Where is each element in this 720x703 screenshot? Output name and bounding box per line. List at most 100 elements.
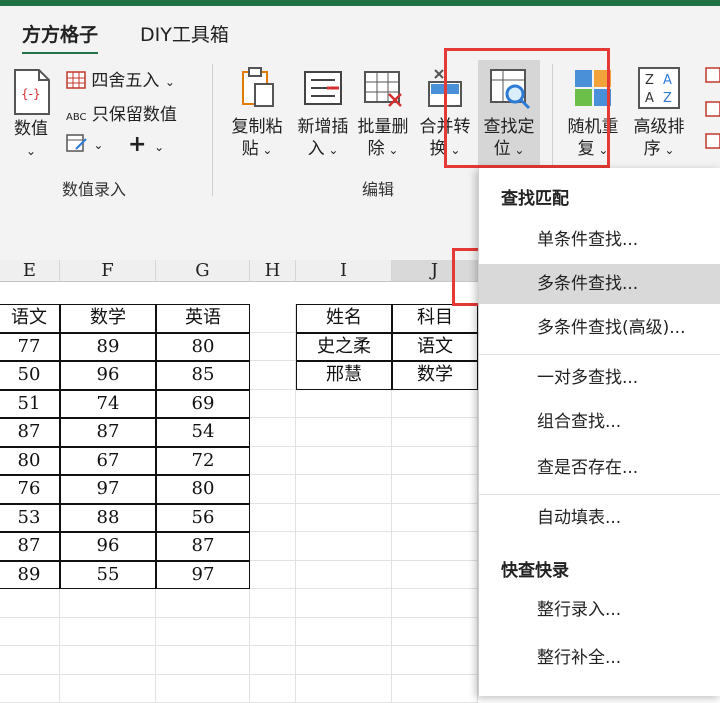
- empty-cell[interactable]: [156, 675, 250, 703]
- keep-value-button[interactable]: ABC 只保留数值: [66, 100, 177, 125]
- empty-cell[interactable]: [296, 418, 392, 447]
- empty-cell[interactable]: [296, 618, 392, 647]
- empty-cell[interactable]: [250, 618, 296, 647]
- table-cell[interactable]: 87: [0, 418, 60, 447]
- empty-cell[interactable]: [296, 475, 392, 504]
- empty-cell[interactable]: [0, 675, 60, 703]
- empty-cell[interactable]: [0, 646, 60, 675]
- empty-cell[interactable]: [60, 646, 156, 675]
- empty-cell[interactable]: [156, 589, 250, 618]
- find-locate-button[interactable]: 查找定 位 ⌄: [478, 60, 540, 174]
- empty-cell[interactable]: [392, 589, 478, 618]
- menu-item-row-complete[interactable]: 整行补全...: [479, 638, 720, 678]
- empty-cell[interactable]: [250, 418, 296, 447]
- empty-cell[interactable]: [392, 504, 478, 533]
- insert-button[interactable]: 新增插 入 ⌄: [294, 66, 352, 161]
- empty-cell[interactable]: [296, 447, 392, 476]
- empty-cell[interactable]: [250, 475, 296, 504]
- empty-cell[interactable]: [392, 561, 478, 590]
- column-header-g[interactable]: G: [156, 260, 250, 282]
- batch-delete-button[interactable]: 批量删 除 ⌄: [354, 66, 412, 161]
- lookup-cell[interactable]: 史之柔: [296, 333, 392, 362]
- menu-item-auto-fill[interactable]: 自动填表...: [479, 498, 720, 538]
- table-cell[interactable]: 67: [60, 447, 156, 476]
- menu-item-row-entry[interactable]: 整行录入...: [479, 590, 720, 630]
- table-cell[interactable]: 80: [156, 475, 250, 504]
- empty-cell[interactable]: [250, 561, 296, 590]
- round-button[interactable]: 四舍五入 ⌄: [66, 66, 175, 91]
- column-header-h[interactable]: H: [250, 260, 296, 282]
- table-cell[interactable]: 55: [60, 561, 156, 590]
- random-repeat-button[interactable]: 随机重 复 ⌄: [562, 66, 624, 161]
- table-cell[interactable]: 89: [60, 333, 156, 362]
- empty-cell[interactable]: [60, 618, 156, 647]
- empty-cell[interactable]: [392, 618, 478, 647]
- empty-cell[interactable]: [392, 475, 478, 504]
- table-header-cell[interactable]: 语文: [0, 304, 60, 333]
- empty-cell[interactable]: [392, 418, 478, 447]
- empty-cell[interactable]: [250, 504, 296, 533]
- table-header-cell[interactable]: 数学: [60, 304, 156, 333]
- empty-cell[interactable]: [296, 646, 392, 675]
- table-cell[interactable]: 50: [0, 361, 60, 390]
- tab-fangfang[interactable]: 方方格子: [22, 20, 98, 47]
- empty-cell[interactable]: [296, 561, 392, 590]
- table-cell[interactable]: 80: [0, 447, 60, 476]
- table-cell[interactable]: 54: [156, 418, 250, 447]
- table-cell[interactable]: 56: [156, 504, 250, 533]
- lookup-header-cell[interactable]: 科目: [392, 304, 478, 333]
- merge-convert-button[interactable]: 合并转 换 ⌄: [416, 66, 474, 161]
- empty-cell[interactable]: [60, 675, 156, 703]
- empty-cell[interactable]: [250, 361, 296, 390]
- table-cell[interactable]: 89: [0, 561, 60, 590]
- empty-cell[interactable]: [250, 646, 296, 675]
- table-cell[interactable]: 87: [0, 532, 60, 561]
- empty-cell[interactable]: [392, 675, 478, 703]
- menu-item-multi-condition[interactable]: 多条件查找...: [479, 264, 720, 304]
- empty-cell[interactable]: [296, 504, 392, 533]
- table-cell[interactable]: 53: [0, 504, 60, 533]
- advanced-sort-button[interactable]: ZAAZ 高级排 序 ⌄: [628, 66, 690, 161]
- copy-paste-button[interactable]: 复制粘 贴 ⌄: [228, 66, 286, 161]
- empty-cell[interactable]: [156, 618, 250, 647]
- lookup-header-cell[interactable]: 姓名: [296, 304, 392, 333]
- empty-cell[interactable]: [296, 675, 392, 703]
- tab-diy-toolbox[interactable]: DIY工具箱: [140, 20, 229, 47]
- empty-cell[interactable]: [296, 390, 392, 419]
- empty-cell[interactable]: [0, 589, 60, 618]
- empty-cell[interactable]: [250, 304, 296, 333]
- menu-item-check-exists[interactable]: 查是否存在...: [479, 448, 720, 488]
- table-cell[interactable]: 51: [0, 390, 60, 419]
- empty-cell[interactable]: [0, 618, 60, 647]
- empty-cell[interactable]: [296, 532, 392, 561]
- table-cell[interactable]: 87: [156, 532, 250, 561]
- empty-cell[interactable]: [250, 532, 296, 561]
- column-header-e[interactable]: E: [0, 260, 60, 282]
- table-cell[interactable]: 87: [60, 418, 156, 447]
- table-header-cell[interactable]: 英语: [156, 304, 250, 333]
- empty-cell[interactable]: [250, 333, 296, 362]
- table-cell[interactable]: 85: [156, 361, 250, 390]
- table-cell[interactable]: 77: [0, 333, 60, 362]
- table-cell[interactable]: 97: [60, 475, 156, 504]
- value-button[interactable]: {-} 数值 ⌄: [8, 68, 54, 162]
- empty-cell[interactable]: [392, 646, 478, 675]
- table-cell[interactable]: 96: [60, 361, 156, 390]
- lookup-cell[interactable]: 邢慧: [296, 361, 392, 390]
- empty-cell[interactable]: [60, 589, 156, 618]
- add-button[interactable]: + ⌄: [128, 132, 164, 157]
- table-cell[interactable]: 88: [60, 504, 156, 533]
- empty-cell[interactable]: [392, 447, 478, 476]
- table-cell[interactable]: 96: [60, 532, 156, 561]
- table-cell[interactable]: 80: [156, 333, 250, 362]
- table-cell[interactable]: 72: [156, 447, 250, 476]
- empty-cell[interactable]: [156, 646, 250, 675]
- lookup-cell[interactable]: 数学: [392, 361, 478, 390]
- menu-item-combined-find[interactable]: 组合查找...: [479, 402, 720, 442]
- empty-cell[interactable]: [250, 447, 296, 476]
- column-header-f[interactable]: F: [60, 260, 156, 282]
- table-cell[interactable]: 76: [0, 475, 60, 504]
- table-cell[interactable]: 69: [156, 390, 250, 419]
- table-cell[interactable]: 97: [156, 561, 250, 590]
- column-header-i[interactable]: I: [296, 260, 392, 282]
